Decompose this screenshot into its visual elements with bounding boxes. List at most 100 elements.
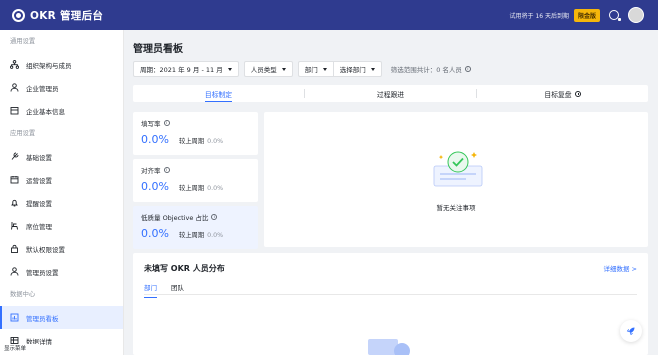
stat-compare-label: 较上周期 <box>178 185 205 192</box>
person-type-select[interactable]: 人员类型 <box>243 61 293 77</box>
page-title: 管理员看板 <box>133 44 183 55</box>
sidebar: 通用设置 组织架构与成员 企业管理员 企业基本信息 应用设置 基础设置 运营设置… <box>0 30 124 355</box>
top-bar: OKR 管理后台 试用将于 16 天后到期 限金版 <box>0 0 658 30</box>
tab-goal-setting[interactable]: 目标制定 <box>133 85 304 102</box>
info-icon[interactable]: i <box>163 167 170 173</box>
focus-items-panel: 暂无关注事项 <box>264 112 648 247</box>
sidebar-item-label: 企业管理员 <box>26 84 59 93</box>
stat-row: 0.0% 较上周期 0.0% <box>141 227 250 240</box>
okr-logo-icon <box>12 8 25 22</box>
unfilled-tabs: 部门 团队 <box>144 282 198 298</box>
sidebar-item-label: 基础设置 <box>26 153 52 162</box>
app-logo[interactable]: OKR 管理后台 <box>12 8 103 23</box>
info-icon[interactable]: i <box>163 120 170 126</box>
sidebar-item-enterprise-admin[interactable]: 企业管理员 <box>0 76 123 99</box>
user-icon <box>10 83 19 92</box>
tab-team[interactable]: 团队 <box>171 282 184 298</box>
stat-label-row: 填写率 i <box>141 118 250 128</box>
info-icon[interactable]: i <box>464 66 471 72</box>
empty-data-illustration <box>368 339 410 355</box>
tab-label: 过程跟进 <box>376 90 405 99</box>
caret-down-icon <box>281 67 286 71</box>
dashboard-tabs: 目标制定 过程跟进 目标复盘 <box>133 85 648 102</box>
filter-bar: 周期：2021 年 9 月 - 11 月 人员类型 部门 选择部门 筛选范围共计… <box>133 61 471 77</box>
divider <box>144 294 637 295</box>
stat-value: 0.0% <box>141 227 169 240</box>
sidebar-item-operations[interactable]: 运营设置 <box>0 168 123 191</box>
trial-notice: 试用将于 16 天后到期 <box>509 12 569 20</box>
bell-icon <box>10 198 19 207</box>
sidebar-group-title: 应用设置 <box>10 130 36 137</box>
show-menu-toggle[interactable]: 显示菜单 <box>0 344 40 355</box>
headset-icon[interactable] <box>609 10 621 21</box>
stat-card-low-quality-objective[interactable]: 低质量 Objective 占比 i 0.0% 较上周期 0.0% <box>133 206 258 249</box>
sidebar-item-label: 管理员看板 <box>26 314 59 323</box>
stat-compare-label: 较上周期 <box>178 232 205 239</box>
sidebar-item-label: 组织架构与成员 <box>26 61 72 70</box>
sidebar-item-label: 企业基本信息 <box>26 107 65 116</box>
sidebar-item-org-members[interactable]: 组织架构与成员 <box>0 53 123 76</box>
person-type-label: 人员类型 <box>250 66 277 74</box>
rocket-icon[interactable] <box>620 320 642 342</box>
stat-compare-value: 0.0% <box>207 138 224 145</box>
stat-row: 0.0% 较上周期 0.0% <box>141 180 250 193</box>
sidebar-group-title: 数据中心 <box>10 291 36 298</box>
sidebar-item-reminders[interactable]: 提醒设置 <box>0 191 123 214</box>
stat-value: 0.0% <box>141 133 169 146</box>
caret-down-icon <box>370 67 375 71</box>
clock-icon <box>574 90 581 97</box>
tab-goal-review[interactable]: 目标复盘 <box>477 85 648 102</box>
trial-badge[interactable]: 限金版 <box>573 8 600 22</box>
dept-select-placeholder: 选择部门 <box>339 66 366 74</box>
stat-label: 低质量 Objective 占比 <box>141 214 209 222</box>
sidebar-item-label: 管理员设置 <box>26 268 59 277</box>
sidebar-item-admin-settings[interactable]: 管理员设置 <box>0 260 123 283</box>
building-icon <box>10 106 19 115</box>
stat-row: 0.0% 较上周期 0.0% <box>141 133 250 146</box>
user-icon <box>10 267 19 276</box>
tab-label: 目标制定 <box>204 90 233 99</box>
sidebar-item-label: 默认权限设置 <box>26 245 65 254</box>
tab-department[interactable]: 部门 <box>144 282 157 298</box>
detail-data-link[interactable]: 详细数据 > <box>603 263 637 273</box>
wrench-icon <box>10 152 19 161</box>
filter-scope-text: 筛选范围共计：0 名人员 <box>390 66 462 74</box>
avatar[interactable] <box>628 7 644 23</box>
tab-label: 目标复盘 <box>544 90 572 99</box>
main-content: 管理员看板 周期：2021 年 9 月 - 11 月 人员类型 部门 选择部门 … <box>124 30 658 355</box>
stat-compare-value: 0.0% <box>207 185 224 192</box>
stat-card-fill-rate: 填写率 i 0.0% 较上周期 0.0% <box>133 112 258 155</box>
stat-card-alignment-rate: 对齐率 i 0.0% 较上周期 0.0% <box>133 159 258 202</box>
period-select-value: 周期：2021 年 9 月 - 11 月 <box>140 66 223 74</box>
stat-label-row: 对齐率 i <box>141 165 250 175</box>
tab-progress-tracking[interactable]: 过程跟进 <box>305 85 476 102</box>
stat-value: 0.0% <box>141 180 169 193</box>
period-select[interactable]: 周期：2021 年 9 月 - 11 月 <box>133 61 239 77</box>
caret-down-icon <box>322 67 327 71</box>
focus-empty-text: 暂无关注事项 <box>436 204 476 212</box>
dept-filter-group: 部门 选择部门 <box>297 61 382 77</box>
stat-compare-label: 较上周期 <box>178 138 205 145</box>
dept-type-select[interactable]: 部门 <box>297 61 333 77</box>
calendar-icon <box>10 175 19 184</box>
sidebar-item-default-permissions[interactable]: 默认权限设置 <box>0 237 123 260</box>
filter-scope: 筛选范围共计：0 名人员 i <box>391 64 471 74</box>
sidebar-item-admin-dashboard[interactable]: 管理员看板 <box>0 306 123 329</box>
empty-check-illustration <box>433 151 483 187</box>
seat-icon <box>10 221 19 230</box>
stat-label: 对齐率 <box>141 167 161 175</box>
stat-compare-value: 0.0% <box>207 232 224 239</box>
sidebar-group-title: 通用设置 <box>10 38 36 45</box>
unfilled-okr-title: 未填写 OKR 人员分布 <box>144 264 225 273</box>
sidebar-item-label: 运营设置 <box>26 176 52 185</box>
unfilled-okr-panel: 未填写 OKR 人员分布 详细数据 > 部门 团队 <box>133 253 648 355</box>
sidebar-item-enterprise-info[interactable]: 企业基本信息 <box>0 99 123 122</box>
chart-icon <box>10 313 19 322</box>
sidebar-item-label: 提醒设置 <box>26 199 52 208</box>
sidebar-item-basic-settings[interactable]: 基础设置 <box>0 145 123 168</box>
sidebar-item-label: 席位管理 <box>26 222 52 231</box>
stat-label: 填写率 <box>141 120 161 128</box>
info-icon[interactable]: i <box>211 214 218 220</box>
dept-select[interactable]: 选择部门 <box>332 61 382 77</box>
sidebar-item-seats[interactable]: 席位管理 <box>0 214 123 237</box>
